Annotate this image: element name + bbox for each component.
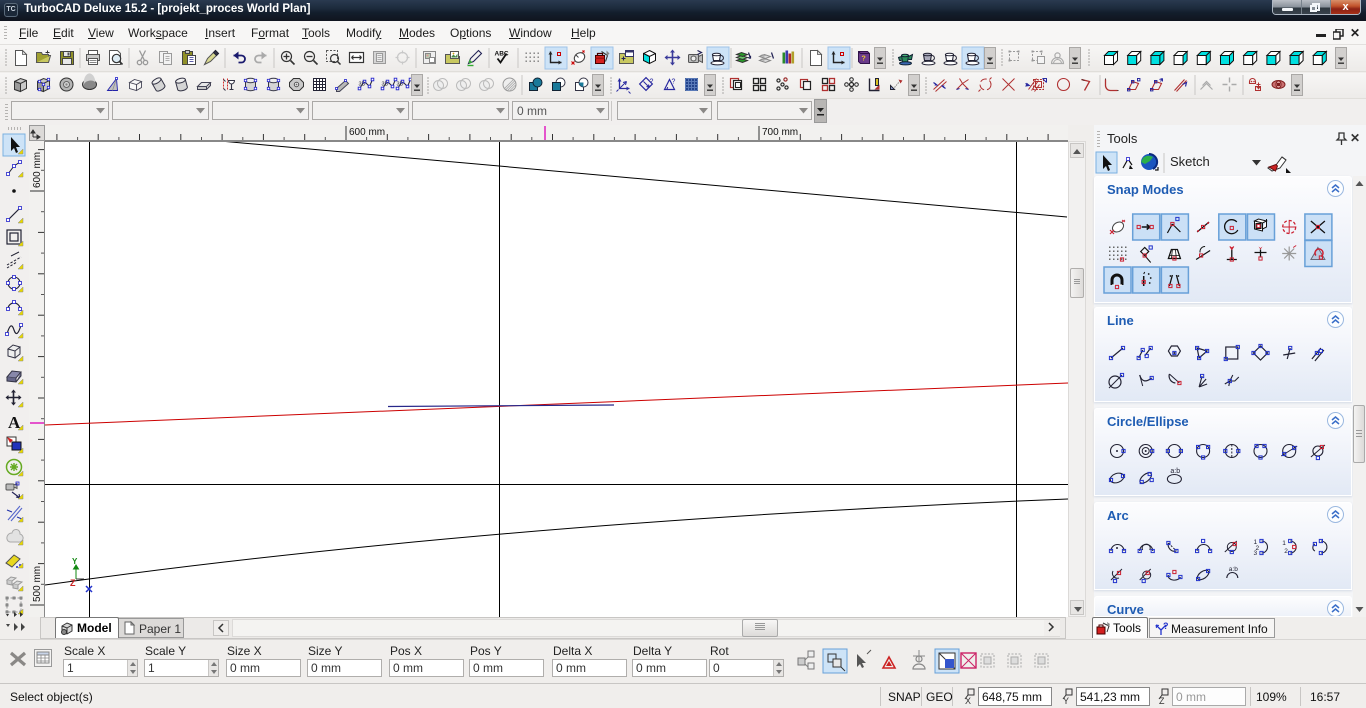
svg-text:Z: Z: [70, 578, 76, 588]
svg-text:Y: Y: [72, 557, 78, 566]
svg-text:3D: 3D: [382, 82, 389, 88]
svg-text:?: ?: [862, 56, 866, 63]
svg-text:a:b: a:b: [1170, 468, 1180, 475]
svg-text:1: 1: [1282, 540, 1286, 547]
svg-text:a:b: a:b: [1229, 566, 1238, 573]
svg-text:700 mm: 700 mm: [762, 127, 798, 138]
svg-text:3D: 3D: [397, 82, 404, 88]
svg-text:2: 2: [1284, 548, 1288, 555]
svg-text:600 mm: 600 mm: [32, 152, 43, 188]
svg-text:3: 3: [1254, 550, 1258, 557]
svg-text:?: ?: [672, 79, 676, 86]
svg-text:500 mm: 500 mm: [32, 566, 43, 602]
svg-text:600 mm: 600 mm: [349, 127, 385, 138]
svg-text:3D: 3D: [359, 82, 366, 88]
svg-text:?: ?: [1163, 622, 1169, 631]
svg-text:?: ?: [650, 79, 654, 86]
